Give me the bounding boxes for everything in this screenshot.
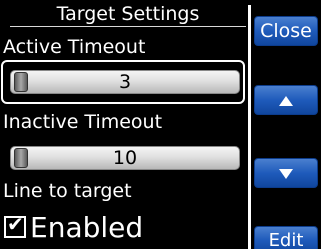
enabled-checkbox[interactable]: ✔ Enabled: [4, 212, 143, 244]
page-title: Target Settings: [10, 2, 246, 27]
active-timeout-label: Active Timeout: [3, 36, 146, 58]
active-timeout-slider[interactable]: 3: [10, 70, 240, 94]
line-to-target-label: Line to target: [3, 180, 132, 202]
up-arrow-icon: [279, 96, 293, 106]
down-button[interactable]: [254, 158, 318, 188]
vertical-divider: [248, 5, 251, 249]
down-arrow-icon: [279, 169, 293, 179]
up-button[interactable]: [254, 85, 318, 115]
inactive-timeout-label: Inactive Timeout: [3, 111, 163, 133]
checkbox-box[interactable]: ✔: [4, 212, 26, 238]
inactive-timeout-value: 10: [112, 147, 138, 169]
close-button[interactable]: Close: [254, 16, 318, 46]
active-timeout-value: 3: [118, 71, 132, 93]
enabled-checkbox-label: Enabled: [30, 211, 144, 244]
edit-button[interactable]: Edit: [254, 226, 318, 249]
check-mark-icon: ✔: [7, 212, 24, 236]
inactive-timeout-slider[interactable]: 10: [10, 146, 240, 170]
target-settings-screen: Target Settings Active Timeout 3 Inactiv…: [0, 0, 321, 249]
